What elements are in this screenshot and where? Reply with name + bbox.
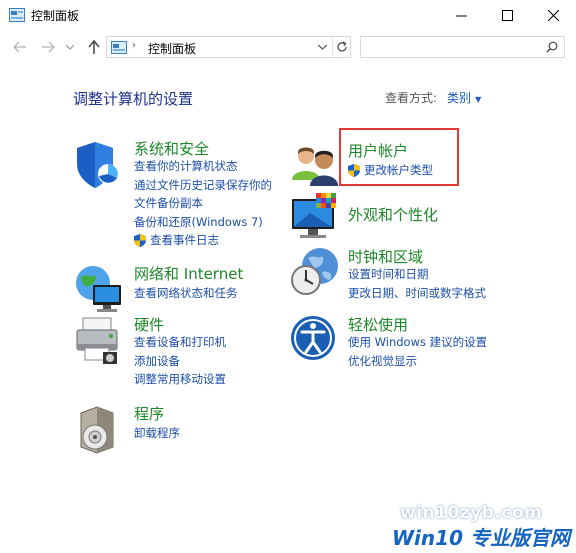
control-panel-icon	[111, 41, 127, 54]
printer-icon	[76, 317, 118, 364]
link-view-network-status[interactable]: 查看网络状态和任务	[134, 284, 238, 303]
link-change-date-format[interactable]: 更改日期、时间或数字格式	[348, 284, 486, 303]
uac-shield-icon	[134, 233, 146, 247]
link-view-computer-status[interactable]: 查看你的计算机状态	[134, 157, 272, 176]
forward-button[interactable]	[40, 39, 56, 55]
ease-of-access-icon	[291, 316, 335, 360]
search-input[interactable]	[360, 36, 565, 58]
page-title: 调整计算机的设置	[73, 90, 194, 108]
programs-disc-icon	[80, 406, 114, 454]
link-recommended-settings[interactable]: 使用 Windows 建议的设置	[348, 333, 487, 352]
network-globe-icon	[76, 266, 121, 312]
users-icon	[292, 147, 338, 186]
category-title-system[interactable]: 系统和安全	[134, 138, 209, 159]
up-button[interactable]	[86, 39, 102, 55]
category-links-ease: 使用 Windows 建议的设置 优化视觉显示	[348, 333, 487, 370]
recent-locations-button[interactable]	[62, 39, 78, 55]
title-bar: 控制面板	[0, 0, 576, 30]
view-by-dropdown[interactable]: 类别	[447, 91, 471, 105]
arrow-right-icon	[42, 41, 55, 53]
address-bar[interactable]: › 控制面板	[106, 36, 351, 58]
appearance-monitor-icon	[292, 193, 336, 238]
back-button[interactable]	[12, 39, 28, 55]
link-view-event-logs[interactable]: 查看事件日志	[150, 231, 219, 250]
arrow-up-icon	[88, 40, 100, 54]
category-links-system: 查看你的计算机状态 通过文件历史记录保存你的 文件备份副本 备份和还原(Wind…	[134, 157, 272, 250]
link-file-history[interactable]: 通过文件历史记录保存你的	[134, 176, 272, 195]
highlight-box	[339, 128, 459, 186]
maximize-button[interactable]	[484, 0, 530, 30]
link-add-device[interactable]: 添加设备	[134, 352, 226, 371]
minimize-icon	[455, 15, 467, 16]
chevron-down-icon	[317, 44, 328, 50]
category-links-hardware: 查看设备和打印机 添加设备 调整常用移动设置	[134, 333, 226, 389]
breadcrumb-separator-icon: ›	[132, 40, 136, 51]
refresh-icon	[337, 41, 347, 52]
window-title: 控制面板	[31, 9, 80, 23]
control-panel-icon	[9, 8, 25, 22]
address-dropdown-button[interactable]	[317, 40, 328, 53]
category-title-appearance[interactable]: 外观和个性化	[348, 204, 438, 225]
category-title-hardware[interactable]: 硬件	[134, 314, 164, 335]
category-links-network: 查看网络状态和任务	[134, 284, 238, 303]
close-button[interactable]	[530, 0, 576, 30]
close-icon	[547, 9, 559, 21]
link-backup-restore[interactable]: 备份和还原(Windows 7)	[134, 213, 272, 232]
category-title-clock[interactable]: 时钟和区域	[348, 246, 423, 267]
refresh-button[interactable]	[332, 37, 351, 57]
link-mobility-settings[interactable]: 调整常用移动设置	[134, 370, 226, 389]
caret-down-icon[interactable]: ▼	[475, 95, 481, 104]
minimize-button[interactable]	[438, 0, 484, 30]
category-links-clock: 设置时间和日期 更改日期、时间或数字格式	[348, 265, 486, 302]
chevron-down-icon	[66, 44, 74, 50]
link-view-event-logs-row[interactable]: 查看事件日志	[134, 231, 272, 250]
navigation-bar: › 控制面板	[0, 32, 576, 62]
clock-globe-icon	[291, 248, 338, 295]
search-icon	[546, 41, 558, 53]
category-links-programs: 卸载程序	[134, 424, 180, 443]
breadcrumb-control-panel[interactable]: 控制面板	[148, 40, 196, 57]
category-title-ease[interactable]: 轻松使用	[348, 314, 408, 335]
link-file-backup-copy[interactable]: 文件备份副本	[134, 194, 272, 213]
watermark-brand: Win10 专业版官网	[392, 526, 570, 550]
view-by: 查看方式: 类别 ▼	[385, 89, 481, 106]
link-uninstall-program[interactable]: 卸载程序	[134, 424, 180, 443]
link-view-devices-printers[interactable]: 查看设备和打印机	[134, 333, 226, 352]
view-by-label: 查看方式:	[385, 91, 438, 105]
category-title-programs[interactable]: 程序	[134, 403, 164, 424]
link-optimize-visual[interactable]: 优化视觉显示	[348, 352, 487, 371]
arrow-left-icon	[13, 41, 26, 53]
watermark-site: win10zyb.com	[400, 503, 543, 523]
security-shield-icon	[77, 142, 118, 188]
category-title-network[interactable]: 网络和 Internet	[134, 263, 243, 284]
link-set-time-date[interactable]: 设置时间和日期	[348, 265, 486, 284]
maximize-icon	[501, 9, 513, 21]
